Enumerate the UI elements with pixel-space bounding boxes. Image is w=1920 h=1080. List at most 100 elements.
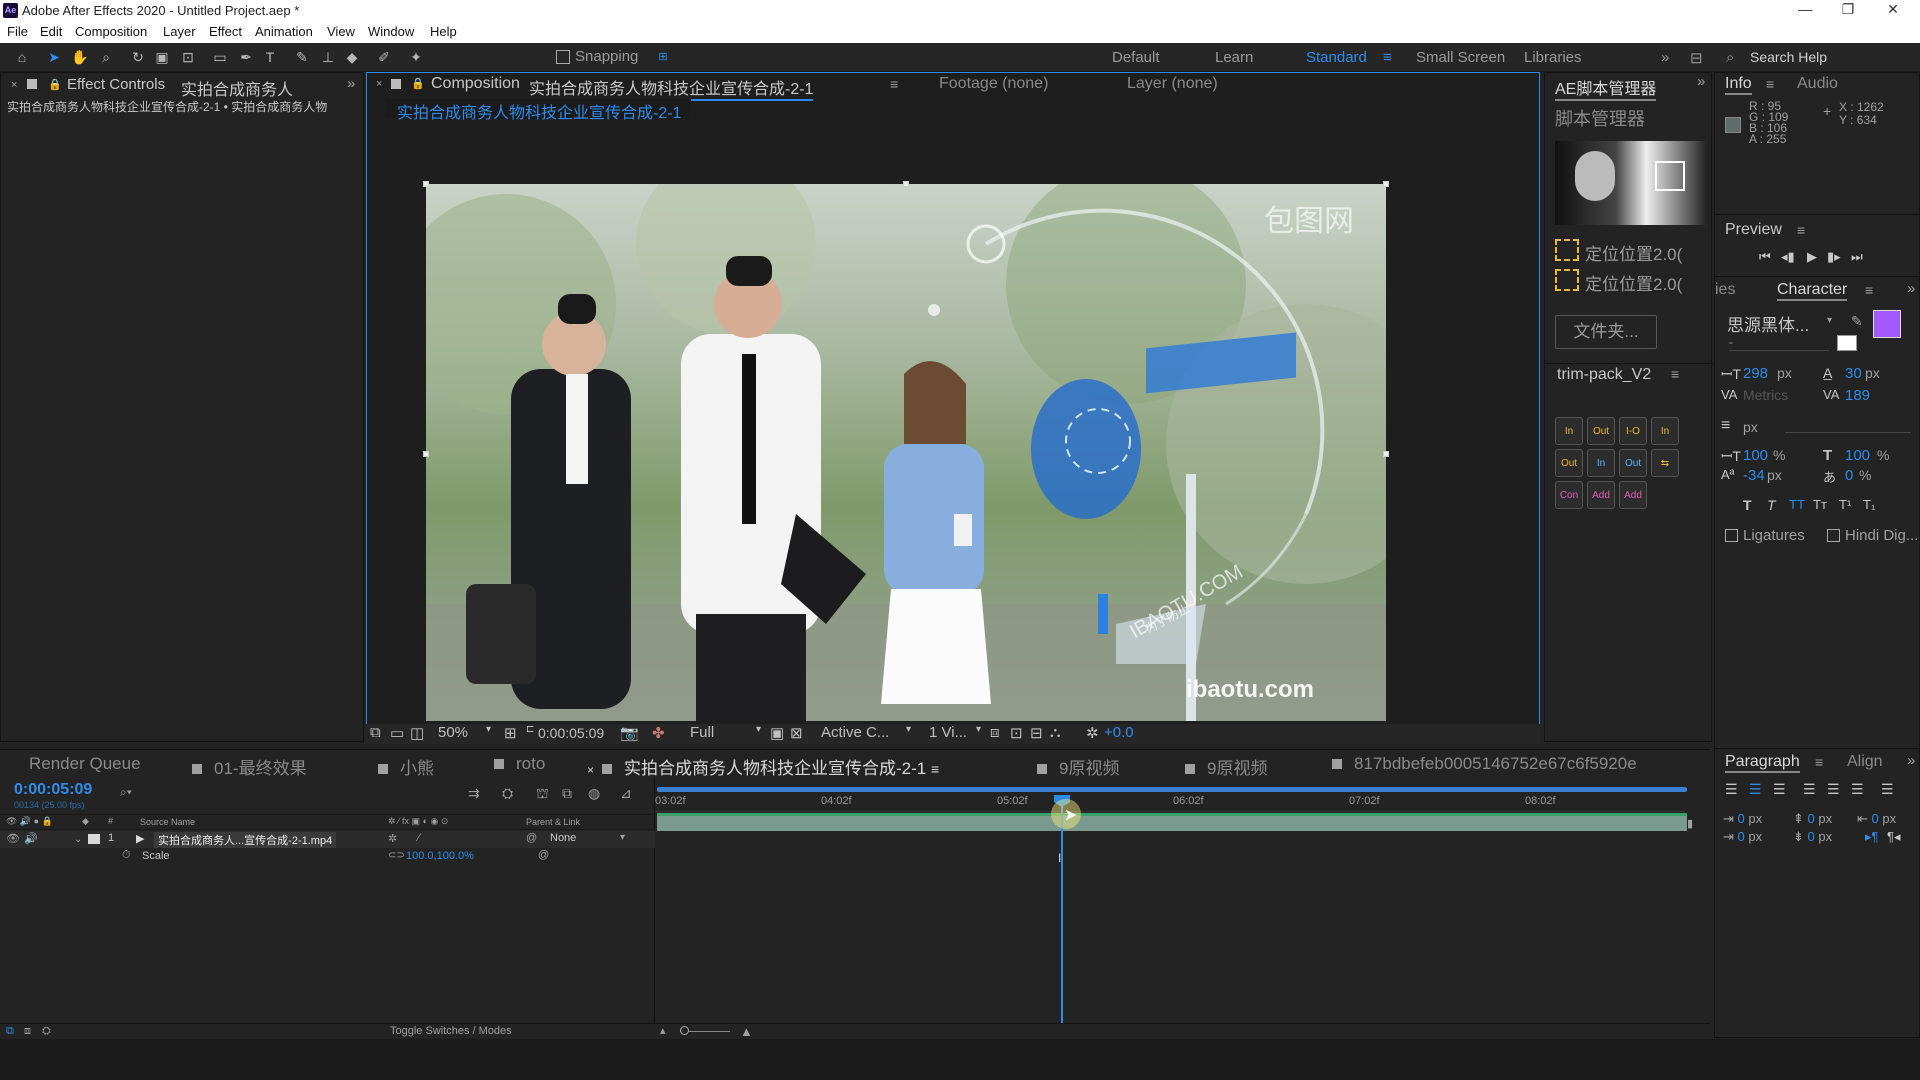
trim-pack-button[interactable]: Add bbox=[1587, 481, 1615, 509]
motion-blur-icon[interactable]: ◍ bbox=[588, 785, 600, 802]
align-center-icon[interactable]: ☰ bbox=[1749, 781, 1762, 798]
faux-bold-icon[interactable]: T bbox=[1743, 497, 1752, 513]
close-comp-tab-icon[interactable]: × bbox=[376, 78, 382, 90]
clone-stamp-icon[interactable]: ⊥ bbox=[318, 48, 338, 66]
trim-pack-button[interactable]: I-O bbox=[1619, 417, 1647, 445]
composition-tab[interactable]: Composition bbox=[431, 75, 520, 93]
layer-label-color[interactable] bbox=[88, 834, 100, 844]
script-item-2[interactable]: 定位位置2.0( bbox=[1585, 270, 1709, 295]
current-time-display[interactable]: 0:00:05:09 bbox=[14, 781, 92, 799]
space-after-value[interactable]: 0 bbox=[1808, 829, 1815, 844]
zoom-level[interactable]: 50% bbox=[438, 724, 468, 741]
graph-editor-icon[interactable]: ⊿ bbox=[620, 785, 632, 802]
next-frame-icon[interactable]: ▮▸ bbox=[1827, 249, 1841, 265]
space-before-value[interactable]: 0 bbox=[1808, 811, 1815, 826]
toggle-switches-modes[interactable]: Toggle Switches / Modes bbox=[390, 1025, 512, 1037]
camera-dropdown-icon[interactable]: ▾ bbox=[906, 724, 911, 735]
property-pickwhip-icon[interactable]: @ bbox=[538, 849, 549, 861]
timeline-tab-final[interactable]: 01-最终效果 bbox=[192, 754, 307, 779]
script-item-1[interactable]: 定位位置2.0( bbox=[1585, 240, 1709, 265]
type-tool-icon[interactable]: T bbox=[260, 48, 280, 66]
menu-help[interactable]: Help bbox=[430, 24, 457, 39]
menu-effect[interactable]: Effect bbox=[209, 24, 242, 39]
quality-switch-icon[interactable]: ⁄ bbox=[418, 832, 420, 844]
render-queue-tab[interactable]: Render Queue bbox=[29, 754, 141, 774]
transform-handle-ml[interactable] bbox=[423, 451, 429, 457]
menu-layer[interactable]: Layer bbox=[163, 24, 196, 39]
snapping-checkbox[interactable] bbox=[556, 50, 570, 64]
trim-pack-button[interactable]: In bbox=[1555, 417, 1583, 445]
trim-pack-tab[interactable]: trim-pack_V2 bbox=[1557, 366, 1651, 384]
fill-color-swatch[interactable] bbox=[1873, 310, 1901, 338]
sync-icon[interactable]: ⊟ bbox=[1690, 49, 1703, 67]
layer-name[interactable]: 实拍合成商务人...宣传合成-2-1.mp4 bbox=[154, 832, 337, 848]
font-family-select[interactable]: 思源黑体... bbox=[1727, 311, 1809, 336]
workspace-overflow-icon[interactable]: » bbox=[1661, 49, 1669, 66]
shy-layers-icon[interactable]: ⛫ bbox=[536, 785, 549, 804]
workspace-learn[interactable]: Learn bbox=[1215, 49, 1253, 66]
paragraph-tab[interactable]: Paragraph bbox=[1725, 753, 1800, 773]
menu-file[interactable]: File bbox=[7, 24, 28, 39]
indent-left-value[interactable]: 0 bbox=[1738, 811, 1745, 826]
region-interest-icon[interactable]: ▣ bbox=[770, 724, 784, 742]
resolution-select[interactable]: Full bbox=[690, 724, 714, 741]
justify-left-icon[interactable]: ☰ bbox=[1803, 781, 1816, 798]
property-value[interactable]: 100.0,100.0% bbox=[406, 850, 474, 862]
pickwhip-icon[interactable]: @ bbox=[526, 832, 537, 844]
restore-icon[interactable]: ❐ bbox=[1833, 1, 1863, 21]
subscript-icon[interactable]: T₁ bbox=[1863, 497, 1875, 512]
leading-value[interactable]: 30 bbox=[1845, 365, 1862, 382]
workspace-default[interactable]: Default bbox=[1112, 49, 1160, 66]
last-frame-icon[interactable]: ⏭ bbox=[1851, 249, 1863, 265]
tab-menu-icon[interactable]: ≡ bbox=[931, 761, 939, 777]
justify-all-icon[interactable]: ☰ bbox=[1881, 781, 1894, 798]
flowchart-icon[interactable]: ⛬ bbox=[1050, 724, 1061, 741]
safe-margins-icon[interactable]: ⊞ bbox=[504, 724, 517, 742]
small-caps-icon[interactable]: Tт bbox=[1813, 497, 1827, 512]
trim-pack-button[interactable]: Con bbox=[1555, 481, 1583, 509]
script-manager-tab[interactable]: AE脚本管理器 bbox=[1555, 75, 1657, 101]
font-dropdown-icon[interactable]: ▾ bbox=[1827, 315, 1832, 326]
zoom-out-icon[interactable]: ▴ bbox=[660, 1024, 666, 1037]
resolution-dropdown-icon[interactable]: ▾ bbox=[756, 724, 761, 735]
timeline-toggle-icon[interactable]: ⊟ bbox=[1030, 724, 1043, 742]
zoom-tool-icon[interactable]: ⌕ bbox=[96, 48, 116, 66]
expand-caret-icon[interactable]: ⌄ bbox=[74, 834, 82, 845]
source-name-header[interactable]: Source Name bbox=[140, 817, 195, 827]
paragraph-menu-icon[interactable]: ≡ bbox=[1815, 754, 1823, 770]
timeline-tab-bear[interactable]: 小熊 bbox=[378, 754, 434, 779]
mask-toggle-icon[interactable]: ▭ bbox=[390, 724, 404, 742]
time-ruler[interactable]: 03:02f 04:02f 05:02f 06:02f 07:02f 08:02… bbox=[655, 792, 1685, 812]
3d-draft-icon[interactable]: ◫ bbox=[410, 724, 424, 742]
always-preview-icon[interactable]: ⧉ bbox=[370, 724, 381, 741]
eraser-tool-icon[interactable]: ◆ bbox=[342, 48, 362, 66]
justify-right-icon[interactable]: ☰ bbox=[1851, 781, 1864, 798]
layer-search-input[interactable]: ⌕▾ bbox=[120, 785, 440, 801]
search-help-input[interactable]: Search Help bbox=[1750, 49, 1827, 65]
font-style-select[interactable]: - bbox=[1729, 335, 1829, 351]
trim-pack-button[interactable]: ⇆ bbox=[1651, 449, 1679, 477]
timeline-tab-hash[interactable]: 817bdbefeb0005146752e67c6f5920e bbox=[1332, 754, 1637, 774]
zoom-in-icon[interactable]: ▲ bbox=[740, 1024, 753, 1039]
character-tab-prefix[interactable]: ies bbox=[1715, 281, 1735, 299]
draft-3d-icon[interactable]: ⛭ bbox=[502, 785, 513, 802]
brush-tool-icon[interactable]: ✎ bbox=[292, 48, 312, 66]
preview-menu-icon[interactable]: ≡ bbox=[1797, 222, 1805, 238]
tracking-value[interactable]: 189 bbox=[1845, 387, 1870, 404]
info-tab[interactable]: Info bbox=[1725, 75, 1752, 95]
color-channel-icon[interactable]: ✤ bbox=[652, 724, 665, 742]
align-right-icon[interactable]: ☰ bbox=[1773, 781, 1786, 798]
camera-tool-icon[interactable]: ▣ bbox=[152, 48, 172, 66]
collapse-switch-icon[interactable]: ✲ bbox=[388, 832, 397, 845]
tsume-value[interactable]: 0 bbox=[1845, 467, 1853, 484]
pan-behind-icon[interactable]: ⊡ bbox=[178, 48, 198, 66]
comp-menu-icon[interactable]: ≡ bbox=[890, 76, 898, 92]
views-dropdown-icon[interactable]: ▾ bbox=[976, 724, 981, 735]
parent-link-header[interactable]: Parent & Link bbox=[526, 817, 580, 827]
exposure-icon[interactable]: ✲ bbox=[1086, 724, 1099, 742]
snapshot-icon[interactable]: 📷 bbox=[620, 724, 639, 742]
first-indent-value[interactable]: 0 bbox=[1738, 829, 1745, 844]
composition-frame[interactable]: 包图网 ibaotu.com IBAOTU.COM 为了防止 bbox=[426, 184, 1386, 721]
trim-pack-button[interactable]: Out bbox=[1555, 449, 1583, 477]
faux-italic-icon[interactable]: T bbox=[1767, 497, 1776, 513]
